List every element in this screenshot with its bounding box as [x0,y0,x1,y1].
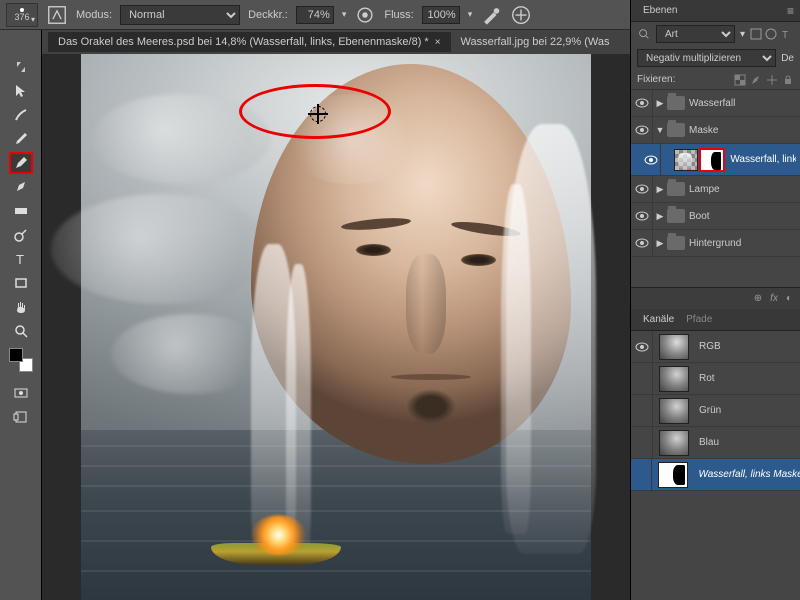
layers-panel-footer: ⊕ fx ◐ [631,287,800,309]
flow-label: Fluss: [384,9,413,21]
layer-thumbnail[interactable] [674,149,698,171]
color-swatches[interactable] [9,348,33,372]
visibility-toggle[interactable] [631,117,653,143]
opacity-label: Deckkr.: [248,9,288,21]
channel-blue[interactable]: Blau [631,427,800,459]
right-panel-dock: Ebenen ≡ Art ▾ T Negativ multiplizieren … [630,0,800,600]
tab-document-1[interactable]: Das Orakel des Meeres.psd bei 14,8% (Was… [48,32,451,52]
brush-preset-picker[interactable]: 376 ▾ [6,3,38,27]
mode-label: Modus: [76,9,112,21]
visibility-toggle[interactable] [631,176,653,202]
clone-stamp-tool[interactable] [9,176,33,198]
visibility-toggle[interactable] [631,331,653,362]
arrow-icon [9,56,33,78]
flow-input[interactable] [422,6,460,24]
gradient-tool[interactable] [9,200,33,222]
visibility-toggle[interactable] [631,90,653,116]
move-tool[interactable] [9,80,33,102]
paths-tab[interactable]: Pfade [680,312,718,327]
blend-mode-select[interactable]: Normal [120,5,240,25]
channel-mask[interactable]: Wasserfall, links Maske [631,459,800,491]
brush-panel-toggle-icon[interactable] [46,4,68,26]
channel-rgb[interactable]: RGB [631,331,800,363]
layer-filter-select[interactable]: Art [656,25,735,43]
channels-panel-header: Kanäle Pfade [631,309,800,331]
opacity-input[interactable] [296,6,334,24]
visibility-toggle[interactable] [641,144,661,175]
search-icon [637,27,651,41]
shape-tool[interactable] [9,272,33,294]
artwork-image [81,54,591,600]
layers-tab[interactable]: Ebenen [637,3,683,18]
svg-text:T: T [16,252,24,267]
screen-mode-toggle[interactable] [9,406,33,428]
layer-mask-thumbnail[interactable] [700,149,724,171]
canvas[interactable] [42,54,630,600]
channel-red[interactable]: Rot [631,363,800,395]
brush-soft-tool[interactable] [9,104,33,126]
eyedropper-tool[interactable] [9,128,33,150]
svg-text:T: T [782,30,788,40]
blend-mode-dropdown[interactable]: Negativ multiplizieren [637,49,776,67]
lock-row: Fixieren: [631,70,800,90]
layer-group-wasserfall[interactable]: ▶ Wasserfall [631,90,800,117]
layer-group-boot[interactable]: ▶ Boot [631,203,800,230]
layers-list: ▶ Wasserfall ▼ Maske Wasserfall, links ▶… [631,90,800,257]
panel-menu-icon[interactable]: ≡ [787,4,794,18]
annotation-highlight [699,148,725,172]
lock-transparency-icon[interactable] [734,74,746,86]
filter-type-icons[interactable]: T [750,28,794,40]
channel-green[interactable]: Grün [631,395,800,427]
lock-all-icon[interactable] [782,74,794,86]
dodge-tool[interactable] [9,224,33,246]
tab-document-2[interactable]: Wasserfall.jpg bei 22,9% (Was [451,32,620,52]
lock-pixels-icon[interactable] [750,74,762,86]
layer-group-maske[interactable]: ▼ Maske [631,117,800,144]
layer-wasserfall-links[interactable]: Wasserfall, links [631,144,800,176]
airbrush-icon[interactable] [480,4,502,26]
brush-tool[interactable] [9,152,33,174]
hand-tool[interactable] [9,296,33,318]
toolbox: T [0,30,42,600]
boat-element [211,525,341,565]
channels-tab[interactable]: Kanäle [637,312,680,327]
visibility-toggle[interactable] [631,203,653,229]
fx-button[interactable]: fx [770,293,778,304]
visibility-toggle[interactable] [631,230,653,256]
layer-group-lampe[interactable]: ▶ Lampe [631,176,800,203]
zoom-tool[interactable] [9,320,33,342]
layer-group-hintergrund[interactable]: ▶ Hintergrund [631,230,800,257]
close-icon[interactable]: × [435,37,441,48]
pressure-size-icon[interactable] [510,4,532,26]
pressure-opacity-icon[interactable] [354,4,376,26]
channels-list: RGB Rot Grün Blau Wasserfall, links Mask… [631,331,800,600]
foreground-color[interactable] [9,348,23,362]
lock-position-icon[interactable] [766,74,778,86]
brush-cursor [306,102,330,126]
mask-button[interactable]: ◐ [786,293,792,304]
layers-panel-header: Ebenen ≡ [631,0,800,22]
quickmask-toggle[interactable] [9,382,33,404]
type-tool[interactable]: T [9,248,33,270]
